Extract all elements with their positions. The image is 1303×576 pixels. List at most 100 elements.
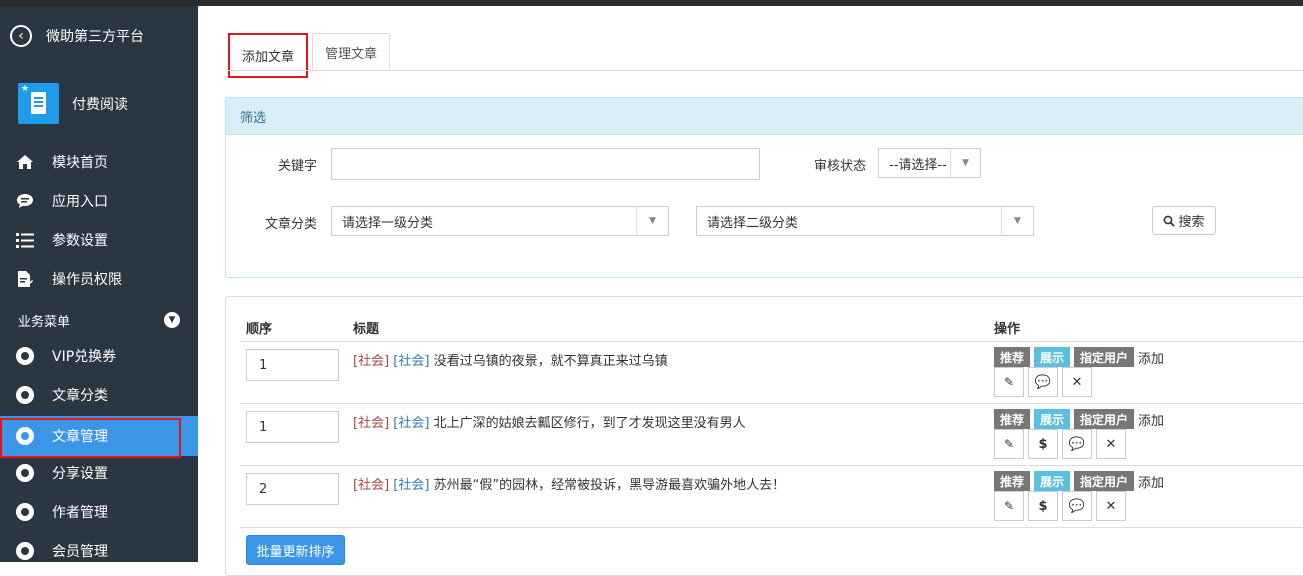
assigned-user-badge[interactable]: 指定用户 xyxy=(1074,347,1135,367)
assigned-user-badge[interactable]: 指定用户 xyxy=(1074,471,1135,491)
subcategory-tag: [社会] xyxy=(393,416,430,431)
chevron-down-icon: ▼ xyxy=(164,312,180,328)
list-icon xyxy=(16,231,34,249)
add-link[interactable]: 添加 xyxy=(1138,472,1164,491)
close-icon: ✕ xyxy=(1071,374,1083,390)
row-divider xyxy=(240,465,1303,466)
article-title-text: 没看过乌镇的夜景，就不算真正来过乌镇 xyxy=(433,354,668,369)
edit-button[interactable]: ✎ xyxy=(994,367,1024,397)
price-button[interactable]: $ xyxy=(1028,491,1058,521)
sidebar-item-label: 作者管理 xyxy=(52,504,108,521)
add-link[interactable]: 添加 xyxy=(1138,348,1164,367)
sidebar-item-home[interactable]: 模块首页 xyxy=(0,142,198,181)
module-logo: ★ xyxy=(18,83,59,124)
article-title-text: 苏州最“假”的园林，经常被投诉，黑导游最喜欢骗外地人去！ xyxy=(433,478,786,493)
order-input[interactable]: 2 xyxy=(246,473,339,505)
business-menu-header[interactable]: 业务菜单 ▼ xyxy=(18,310,180,330)
sidebar-item-vip-voucher[interactable]: VIP兑换券 xyxy=(0,336,198,375)
article-title[interactable]: [社会] [社会] 苏州最“假”的园林，经常被投诉，黑导游最喜欢骗外地人去！ xyxy=(353,474,785,493)
order-input[interactable]: 1 xyxy=(246,349,339,381)
recommend-badge[interactable]: 推荐 xyxy=(994,409,1031,429)
doc-edit-icon xyxy=(16,270,34,288)
delete-button[interactable]: ✕ xyxy=(1062,367,1092,397)
col-header-ops: 操作 xyxy=(994,322,1021,337)
sidebar-item-operator-permissions[interactable]: 操作员权限 xyxy=(0,259,198,298)
recommend-badge[interactable]: 推荐 xyxy=(994,347,1031,367)
close-icon: ✕ xyxy=(1105,498,1117,514)
status-label: 审核状态 xyxy=(813,159,866,174)
close-icon: ✕ xyxy=(1105,436,1117,452)
caret-down-icon: ▼ xyxy=(636,207,668,235)
search-icon xyxy=(1164,215,1176,227)
filter-panel: 筛选 xyxy=(225,97,1303,278)
status-select[interactable]: --请选择-- ▼ xyxy=(878,148,981,178)
row-divider xyxy=(240,403,1303,404)
delete-button[interactable]: ✕ xyxy=(1096,491,1126,521)
search-button-label: 搜索 xyxy=(1178,215,1205,230)
show-badge[interactable]: 展示 xyxy=(1034,347,1071,367)
edit-button[interactable]: ✎ xyxy=(994,429,1024,459)
section-label: 业务菜单 xyxy=(18,314,71,330)
show-badge[interactable]: 展示 xyxy=(1034,409,1071,429)
sidebar-item-label: 分享设置 xyxy=(52,465,108,482)
comment-button[interactable]: 💬 xyxy=(1062,429,1092,459)
sidebar-item-member-management[interactable]: 会员管理 xyxy=(0,531,198,570)
sidebar-item-params[interactable]: 参数设置 xyxy=(0,220,198,259)
article-title[interactable]: [社会] [社会] 北上广深的姑娘去瓤区修行，到了才发现这里没有男人 xyxy=(353,412,746,431)
dollar-icon: $ xyxy=(1038,498,1048,514)
recommend-badge[interactable]: 推荐 xyxy=(994,471,1031,491)
edit-icon: ✎ xyxy=(1003,499,1015,513)
keyword-input[interactable] xyxy=(331,148,760,180)
sidebar: ‹ 微助第三方平台 ★ 付费阅读 模块首页 应用入口 参数设置 操作员权限 业务… xyxy=(0,6,198,562)
comment-button[interactable]: 💬 xyxy=(1028,367,1058,397)
keyword-label: 关键字 xyxy=(277,159,317,174)
tab-add-article[interactable]: 添加文章 xyxy=(228,33,309,78)
comment-icon: 💬 xyxy=(1034,374,1052,390)
order-input[interactable]: 1 xyxy=(246,411,339,443)
batch-update-order-button[interactable]: 批量更新排序 xyxy=(246,535,345,565)
row-actions: ✎ 💬 ✕ xyxy=(994,367,1096,397)
dollar-icon: $ xyxy=(1038,436,1048,452)
caret-down-icon: ▼ xyxy=(950,149,980,177)
highlight-box xyxy=(0,418,181,458)
sidebar-item-label: 操作员权限 xyxy=(52,271,122,288)
sidebar-item-label: 模块首页 xyxy=(52,154,108,171)
show-badge[interactable]: 展示 xyxy=(1034,471,1071,491)
status-select-value: --请选择-- xyxy=(889,157,947,173)
category2-select-value: 请选择二级分类 xyxy=(707,215,799,231)
filter-header: 筛选 xyxy=(226,98,1303,135)
home-icon xyxy=(16,153,34,171)
tab-manage-article[interactable]: 管理文章 xyxy=(312,33,391,71)
sidebar-item-share-settings[interactable]: 分享设置 xyxy=(0,453,198,492)
col-header-order: 顺序 xyxy=(246,322,273,337)
delete-button[interactable]: ✕ xyxy=(1096,429,1126,459)
add-link[interactable]: 添加 xyxy=(1138,410,1164,429)
edit-button[interactable]: ✎ xyxy=(994,491,1024,521)
sidebar-item-article-category[interactable]: 文章分类 xyxy=(0,375,198,414)
subcategory-tag: [社会] xyxy=(393,478,430,493)
back-link[interactable]: ‹ 微助第三方平台 xyxy=(10,24,144,48)
comment-button[interactable]: 💬 xyxy=(1062,491,1092,521)
sidebar-item-label: 文章分类 xyxy=(52,387,108,404)
category1-select[interactable]: 请选择一级分类 ▼ xyxy=(331,206,669,236)
module-header: ★ 付费阅读 xyxy=(18,83,128,124)
sidebar-item-author-management[interactable]: 作者管理 xyxy=(0,492,198,531)
row-actions: ✎ $ 💬 ✕ xyxy=(994,491,1130,521)
row-divider xyxy=(240,527,1303,528)
sidebar-item-label: 会员管理 xyxy=(52,543,108,560)
search-button[interactable]: 搜索 xyxy=(1152,206,1216,235)
price-button[interactable]: $ xyxy=(1028,429,1058,459)
row-badges: 推荐 展示 指定用户 添加 xyxy=(994,347,1164,367)
edit-icon: ✎ xyxy=(1003,375,1015,389)
back-label: 微助第三方平台 xyxy=(46,29,144,45)
chat-icon xyxy=(16,192,34,210)
module-title: 付费阅读 xyxy=(72,96,128,113)
assigned-user-badge[interactable]: 指定用户 xyxy=(1074,409,1135,429)
edit-icon: ✎ xyxy=(1003,437,1015,451)
sidebar-item-label: VIP兑换券 xyxy=(52,348,117,365)
article-title[interactable]: [社会] [社会] 没看过乌镇的夜景，就不算真正来过乌镇 xyxy=(353,350,668,369)
category-label: 文章分类 xyxy=(264,217,317,232)
category2-select[interactable]: 请选择二级分类 ▼ xyxy=(696,206,1034,236)
row-actions: ✎ $ 💬 ✕ xyxy=(994,429,1130,459)
sidebar-item-app-entry[interactable]: 应用入口 xyxy=(0,181,198,220)
